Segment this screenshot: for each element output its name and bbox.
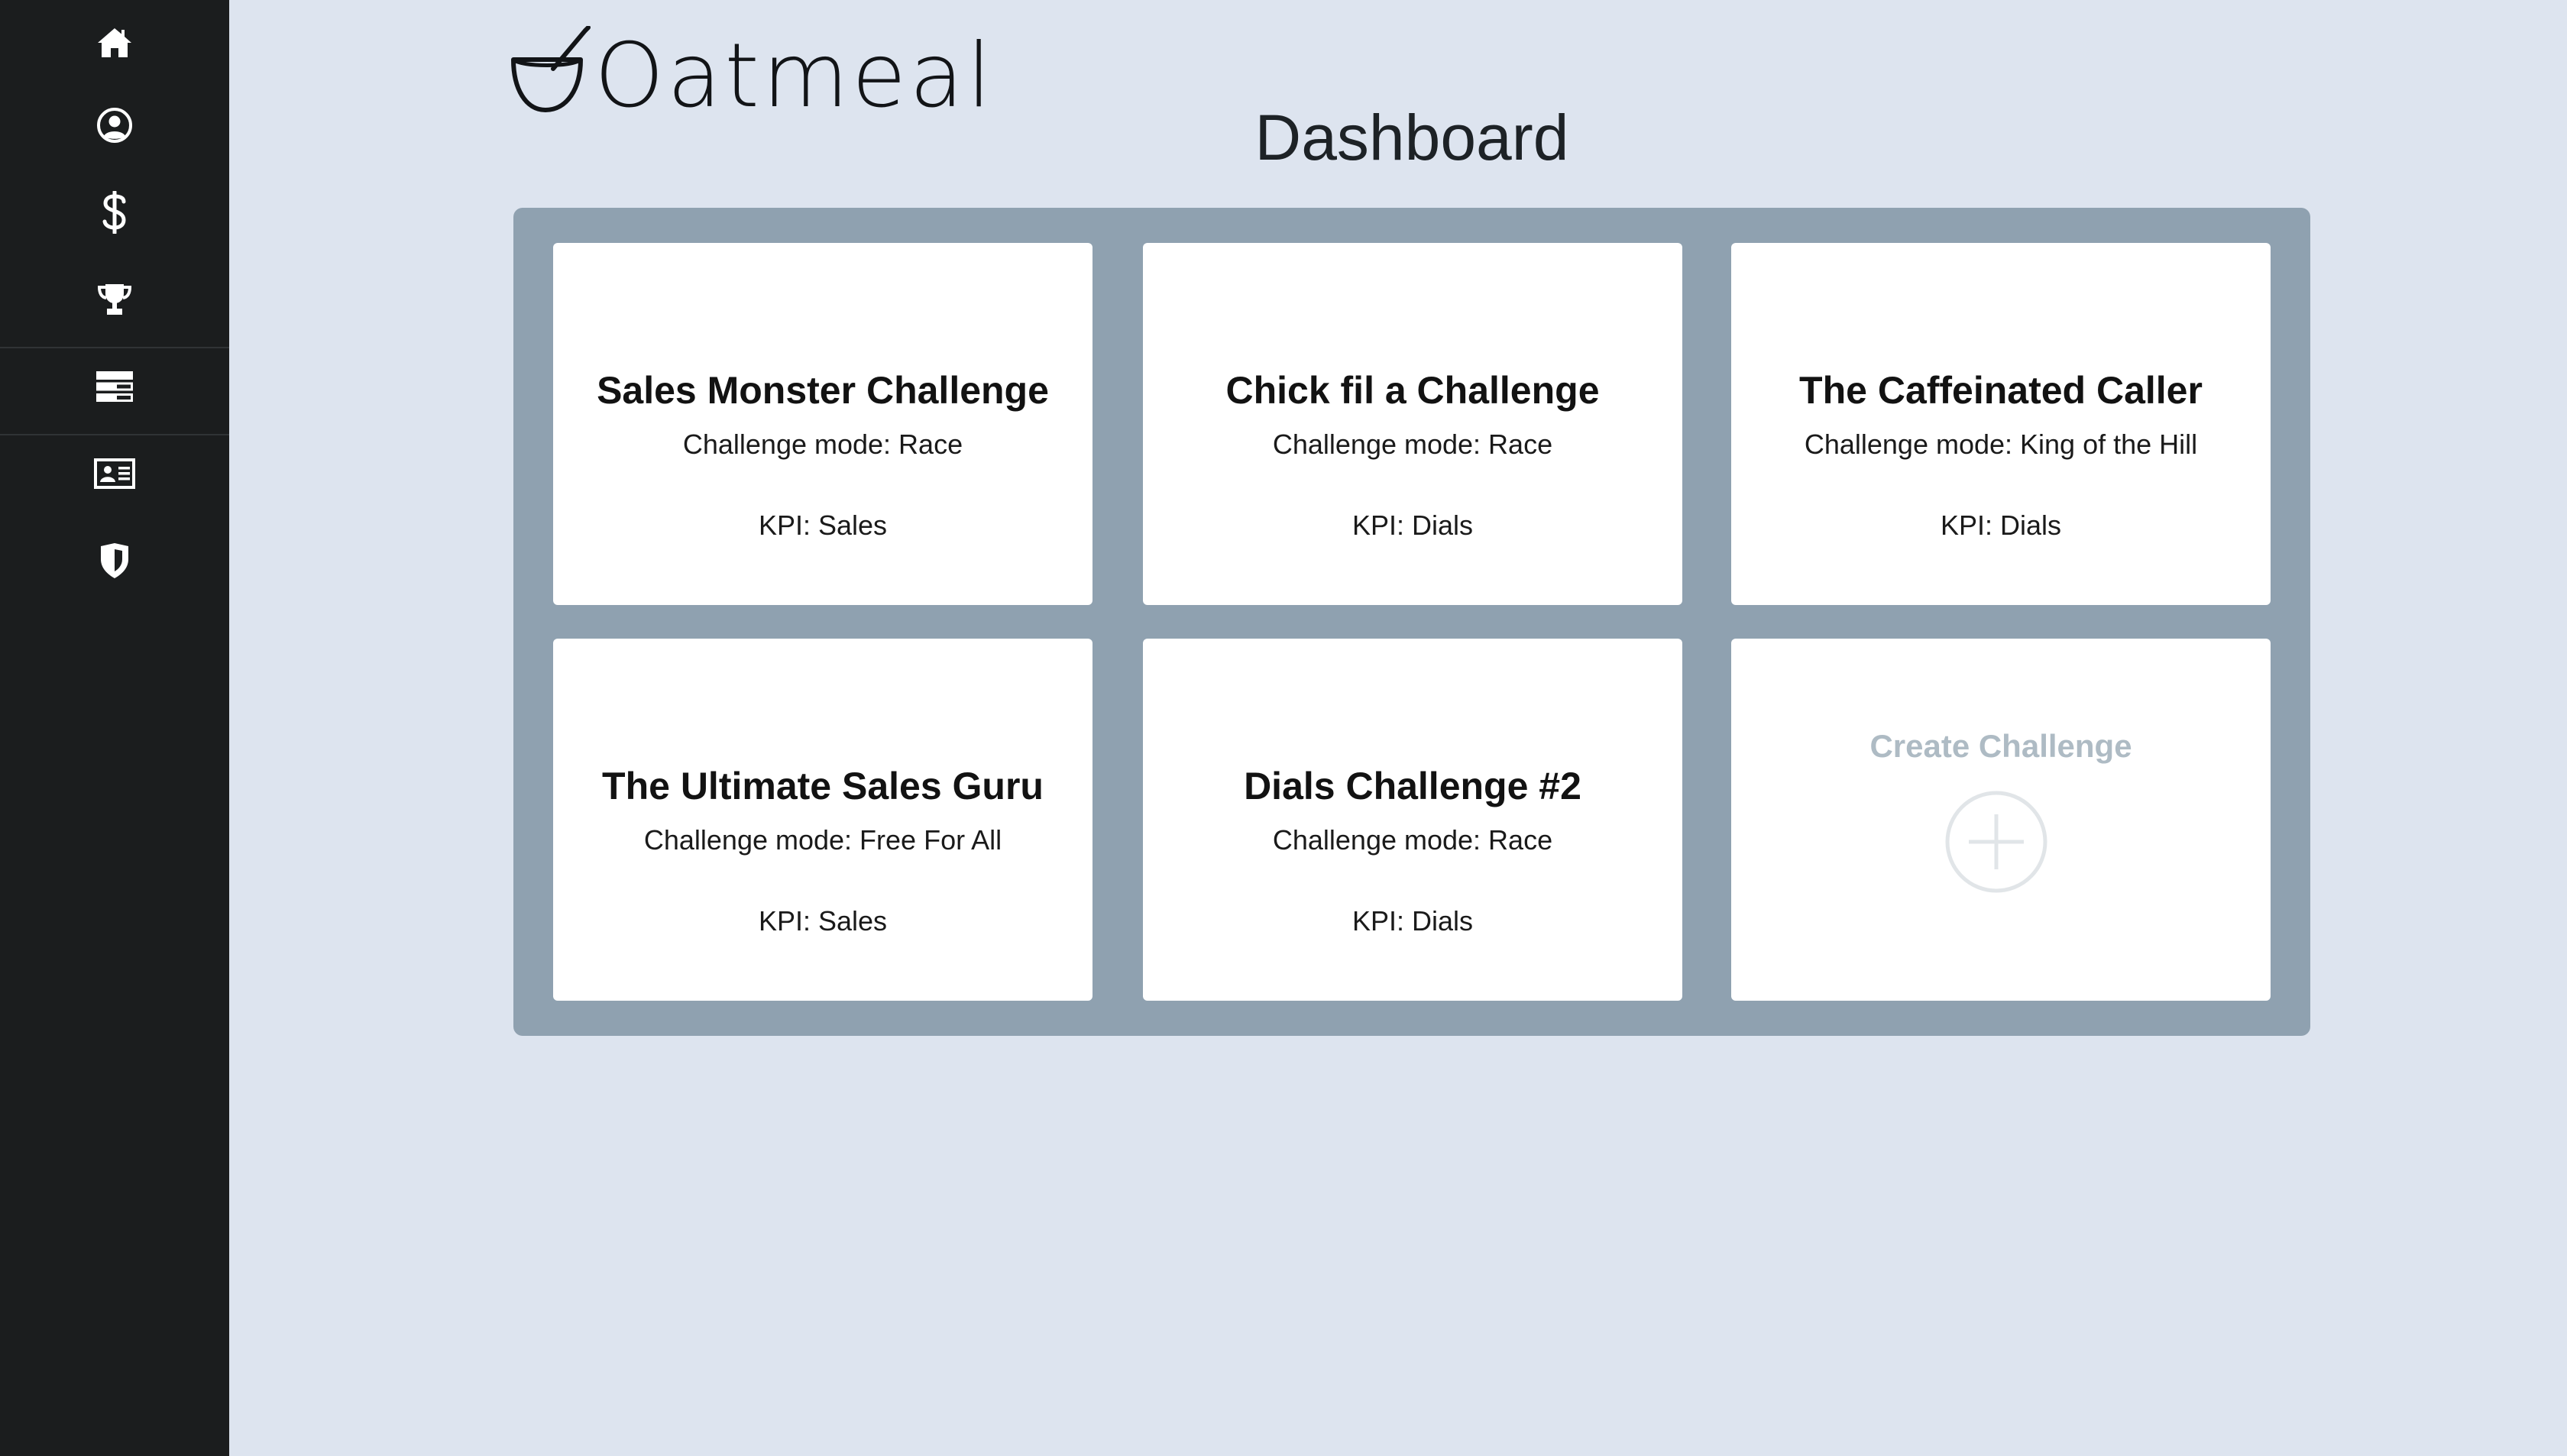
sidebar-item-profile[interactable]	[0, 83, 229, 168]
sidebar-item-servers[interactable]	[0, 344, 229, 429]
challenge-kpi: KPI: Sales	[758, 905, 888, 937]
sidebar-item-contacts[interactable]	[0, 431, 229, 516]
challenge-kpi: KPI: Dials	[1351, 510, 1474, 541]
challenge-card[interactable]: The Ultimate Sales Guru Challenge mode: …	[553, 639, 1093, 1001]
sidebar-item-payments[interactable]	[0, 170, 229, 255]
challenge-kpi: KPI: Sales	[758, 510, 888, 541]
home-icon	[98, 28, 131, 57]
challenge-mode: Challenge mode: Race	[1272, 824, 1553, 856]
app-name: Oatmeal	[594, 24, 995, 128]
plus-circle-icon[interactable]	[1944, 790, 2048, 894]
challenge-mode: Challenge mode: Race	[682, 429, 963, 460]
id-card-icon	[94, 458, 135, 489]
challenge-mode: Challenge mode: Race	[1272, 429, 1553, 460]
challenge-card[interactable]: Sales Monster Challenge Challenge mode: …	[553, 243, 1093, 605]
challenge-mode: Challenge mode: King of the Hill	[1804, 429, 2198, 460]
challenge-board: Sales Monster Challenge Challenge mode: …	[513, 208, 2310, 1036]
page-title: Dashboard	[1254, 102, 1569, 173]
create-challenge-card[interactable]: Create Challenge	[1731, 639, 2271, 1001]
user-circle-icon	[97, 108, 132, 143]
challenge-card[interactable]: Chick fil a Challenge Challenge mode: Ra…	[1143, 243, 1682, 605]
challenge-title: Sales Monster Challenge	[597, 369, 1049, 412]
challenge-mode: Challenge mode: Free For All	[643, 824, 1002, 856]
challenge-title: The Ultimate Sales Guru	[602, 765, 1044, 807]
sidebar-item-home[interactable]	[0, 0, 229, 86]
create-challenge-label: Create Challenge	[1869, 728, 2132, 764]
challenge-card[interactable]: The Caffeinated Caller Challenge mode: K…	[1731, 243, 2271, 605]
challenge-kpi: KPI: Dials	[1351, 905, 1474, 937]
sidebar	[0, 0, 229, 1456]
challenge-title: The Caffeinated Caller	[1799, 369, 2203, 412]
sidebar-item-trophies[interactable]	[0, 257, 229, 342]
trophy-icon	[97, 284, 132, 315]
sidebar-item-security[interactable]	[0, 518, 229, 603]
challenge-kpi: KPI: Dials	[1940, 510, 2062, 541]
shield-icon	[101, 543, 128, 578]
app-logo[interactable]: Oatmeal	[510, 26, 992, 125]
challenge-card[interactable]: Dials Challenge #2 Challenge mode: Race …	[1143, 639, 1682, 1001]
server-stack-icon	[96, 371, 133, 402]
challenge-title: Chick fil a Challenge	[1225, 369, 1600, 412]
dollar-icon	[102, 191, 126, 234]
oatmeal-bowl-icon	[511, 26, 591, 112]
challenge-title: Dials Challenge #2	[1244, 765, 1581, 807]
